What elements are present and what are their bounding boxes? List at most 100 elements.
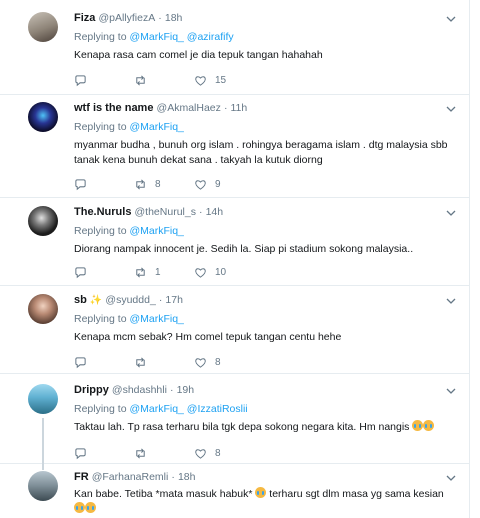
- tweet[interactable]: sb ✨ @syuddd_ · 17h Replying to @MarkFiq…: [0, 286, 469, 374]
- like-button[interactable]: 15: [194, 73, 226, 87]
- tweet-actions: 8 9: [74, 177, 274, 191]
- replying-label: Replying to: [74, 31, 127, 43]
- tweet-text: Kenapa rasa cam comel je dia tepuk tanga…: [74, 49, 323, 61]
- like-button[interactable]: 10: [194, 265, 226, 279]
- thread-line: [42, 418, 44, 464]
- tweet-header: Drippy @shdashhli · 19h: [74, 383, 460, 397]
- user-handle[interactable]: @FarhanaRemli: [92, 471, 169, 483]
- timestamp[interactable]: 18h: [178, 471, 196, 483]
- tweet-text: myanmar budha , bunuh org islam . rohing…: [74, 139, 448, 166]
- avatar[interactable]: [28, 206, 58, 236]
- user-handle[interactable]: @theNurul_s: [135, 206, 196, 218]
- user-handle[interactable]: @AkmalHaez: [157, 102, 221, 114]
- avatar[interactable]: [28, 12, 58, 42]
- mention-links[interactable]: @MarkFiq_ @azirafify: [129, 31, 233, 43]
- tweet-header: wtf is the name @AkmalHaez · 11h: [74, 101, 460, 115]
- separator-dot: ·: [223, 102, 228, 114]
- retweet-button[interactable]: [134, 73, 155, 87]
- separator-dot: ·: [158, 294, 163, 306]
- timestamp[interactable]: 17h: [165, 294, 183, 306]
- tweet-actions: 1 10: [74, 265, 274, 279]
- tweet[interactable]: Fiza @pAllyfiezA · 18h Replying to @Mark…: [0, 0, 469, 95]
- reply-icon: [75, 74, 86, 86]
- user-handle[interactable]: @syuddd_: [105, 294, 155, 306]
- tweet[interactable]: The.Nuruls @theNurul_s · 14h Replying to…: [0, 198, 469, 286]
- tweet-text-wrap: Taktau lah. Tp rasa terharu bila tgk dep…: [74, 420, 460, 435]
- reply-button[interactable]: [74, 265, 95, 279]
- reply-button[interactable]: [74, 355, 95, 369]
- replying-to: Replying to @MarkFiq_ @IzzatiRoslii: [74, 402, 460, 416]
- replying-label: Replying to: [74, 225, 127, 237]
- display-name[interactable]: Drippy: [74, 384, 109, 396]
- like-button[interactable]: 8: [194, 355, 221, 369]
- retweet-count: 1: [155, 266, 161, 278]
- replying-label: Replying to: [74, 403, 127, 415]
- retweet-button[interactable]: 1: [134, 265, 161, 279]
- like-count: 9: [215, 178, 221, 190]
- avatar[interactable]: [28, 384, 58, 414]
- crying-emoji-icon: [255, 487, 267, 498]
- tweet-header: sb ✨ @syuddd_ · 17h: [74, 293, 460, 307]
- user-handle[interactable]: @pAllyfiezA: [98, 12, 155, 24]
- tweet-actions: 8: [74, 355, 274, 369]
- tweet-text-continued: terharu sgt dlm masa yg sama kesian: [269, 488, 444, 500]
- retweet-icon: [136, 178, 145, 190]
- tweet-text-wrap: Kan babe. Tetiba *mata masuk habuk* terh…: [74, 487, 460, 517]
- reply-icon: [75, 266, 86, 278]
- retweet-icon: [136, 266, 145, 278]
- reply-timeline: Fiza @pAllyfiezA · 18h Replying to @Mark…: [0, 0, 470, 518]
- tweet-text: Kenapa mcm sebak? Hm comel tepuk tangan …: [74, 331, 342, 343]
- timestamp[interactable]: 14h: [206, 206, 224, 218]
- replying-to: Replying to @MarkFiq_: [74, 224, 460, 238]
- mention-links[interactable]: @MarkFiq_: [129, 313, 183, 325]
- retweet-icon: [136, 74, 145, 86]
- mention-links[interactable]: @MarkFiq_: [129, 225, 183, 237]
- tweet[interactable]: FR @FarhanaRemli · 18h Kan babe. Tetiba …: [0, 464, 469, 518]
- reply-button[interactable]: [74, 73, 95, 87]
- like-button[interactable]: 9: [194, 177, 221, 191]
- like-count: 10: [215, 266, 227, 278]
- replying-to: Replying to @MarkFiq_ @azirafify: [74, 30, 460, 44]
- replying-to: Replying to @MarkFiq_: [74, 120, 460, 134]
- mention-links[interactable]: @MarkFiq_ @IzzatiRoslii: [129, 403, 247, 415]
- timestamp[interactable]: 18h: [165, 12, 183, 24]
- display-name[interactable]: FR: [74, 471, 89, 483]
- timestamp[interactable]: 19h: [177, 384, 195, 396]
- tweet[interactable]: Drippy @shdashhli · 19h Replying to @Mar…: [0, 374, 469, 464]
- display-name[interactable]: Fiza: [74, 12, 95, 24]
- like-icon: [195, 448, 206, 459]
- reply-icon: [75, 178, 86, 190]
- tweet-text: Kan babe. Tetiba *mata masuk habuk*: [74, 488, 253, 500]
- reply-button[interactable]: [74, 446, 95, 460]
- tweet-actions: 8: [74, 446, 274, 460]
- reply-icon: [75, 356, 86, 368]
- separator-dot: ·: [158, 12, 162, 24]
- tweet[interactable]: wtf is the name @AkmalHaez · 11h Replyin…: [0, 95, 469, 198]
- retweet-button[interactable]: [134, 355, 155, 369]
- display-name[interactable]: wtf is the name: [74, 102, 153, 114]
- reply-button[interactable]: [74, 177, 95, 191]
- timestamp[interactable]: 11h: [231, 102, 248, 114]
- like-icon: [195, 357, 206, 368]
- sparkle-icon: ✨: [89, 295, 103, 306]
- display-name[interactable]: The.Nuruls: [74, 206, 131, 218]
- display-name[interactable]: sb: [74, 294, 87, 306]
- thread-line: [42, 464, 44, 470]
- avatar[interactable]: [28, 294, 58, 324]
- retweet-button[interactable]: 8: [134, 177, 161, 191]
- tweet-text: Taktau lah. Tp rasa terharu bila tgk dep…: [74, 421, 410, 433]
- like-button[interactable]: 8: [194, 446, 221, 460]
- mention-links[interactable]: @MarkFiq_: [129, 121, 183, 133]
- avatar[interactable]: [28, 102, 58, 132]
- separator-dot: ·: [199, 206, 203, 218]
- like-icon: [195, 267, 206, 278]
- avatar[interactable]: [28, 471, 58, 501]
- user-handle[interactable]: @shdashhli: [112, 384, 167, 396]
- tweet-actions: 15: [74, 73, 274, 87]
- retweet-button[interactable]: [134, 446, 155, 460]
- tweet-header: Fiza @pAllyfiezA · 18h: [74, 11, 460, 25]
- like-icon: [195, 75, 206, 86]
- like-icon: [195, 179, 206, 190]
- crying-emoji-icon: [85, 502, 96, 513]
- reply-icon: [75, 447, 86, 459]
